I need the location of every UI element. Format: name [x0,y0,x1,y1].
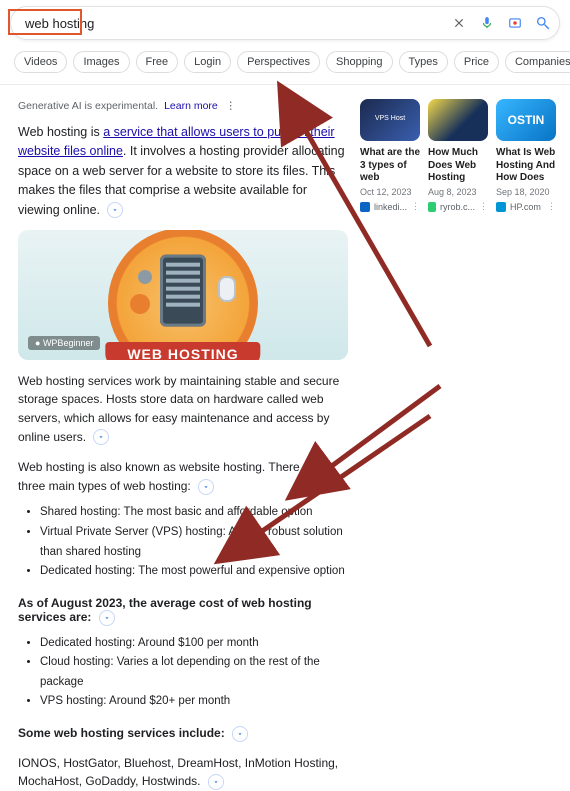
expand-icon[interactable] [99,610,115,626]
expand-icon[interactable] [93,429,109,445]
favicon-icon [496,202,506,212]
more-options-icon[interactable]: ⋮ [224,99,238,113]
card-date: Oct 12, 2023 [360,187,420,197]
more-options-icon[interactable]: ⋮ [547,201,556,212]
cost-heading: As of August 2023, the average cost of w… [18,596,348,626]
hero-image[interactable]: ● WPBeginner WEB HOSTING [18,230,348,360]
mouse-illustration [218,276,236,302]
search-input[interactable] [23,15,445,32]
expand-icon[interactable] [232,726,248,742]
services-list-text: IONOS, HostGator, Bluehost, DreamHost, I… [18,754,348,791]
hero-ribbon-text: WEB HOSTING [105,342,260,360]
chip-images[interactable]: Images [73,51,129,73]
card-thumbnail [428,99,488,141]
expand-icon[interactable] [208,774,224,790]
chip-videos[interactable]: Videos [14,51,67,73]
favicon-icon [428,202,436,212]
services-heading: Some web hosting services include: [18,726,348,742]
card-thumbnail [360,99,420,141]
more-options-icon[interactable]: ⋮ [479,201,488,212]
expand-icon[interactable] [198,479,214,495]
summary-prefix: Web hosting is [18,125,103,139]
cost-list: Dedicated hosting: Around $100 per month… [18,634,348,712]
favicon-icon [360,202,370,212]
expand-icon[interactable] [107,202,123,218]
chip-free[interactable]: Free [136,51,179,73]
filter-chips-row: Videos Images Free Login Perspectives Sh… [14,50,560,74]
card-date: Sep 18, 2020 [496,187,556,197]
list-item: Dedicated hosting: Around $100 per month [40,634,348,654]
voice-search-icon[interactable] [479,15,495,31]
learn-more-link[interactable]: Learn more [164,100,218,112]
chip-price[interactable]: Price [454,51,499,73]
gen-ai-notice: Generative AI is experimental. [18,100,158,112]
hosting-types-list: Shared hosting: The most basic and affor… [18,503,348,581]
list-item: VPS hosting: Around $20+ per month [40,692,348,712]
card-date: Aug 8, 2023 [428,187,488,197]
source-cards-panel: What are the 3 types of web hosting... O… [360,99,560,791]
card-title: How Much Does Web Hosting Cos... [428,147,488,183]
chip-types[interactable]: Types [399,51,448,73]
summary-paragraph-3: Web hosting is also known as website hos… [18,458,348,495]
list-item: Shared hosting: The most basic and affor… [40,503,348,523]
card-thumbnail: OSTIN [496,99,556,141]
chip-perspectives[interactable]: Perspectives [237,51,320,73]
chip-companies[interactable]: Companies [505,51,570,73]
list-item: Cloud hosting: Varies a lot depending on… [40,653,348,692]
gear-icon [130,294,150,314]
card-title: What are the 3 types of web hosting... [360,147,420,183]
search-bar[interactable] [10,6,560,40]
search-icon[interactable] [535,15,551,31]
card-title: What Is Web Hosting And How Does It... [496,147,556,183]
hero-source-badge: ● WPBeginner [28,336,100,350]
server-illustration [160,255,206,327]
divider [0,84,570,85]
source-card[interactable]: How Much Does Web Hosting Cos... Aug 8, … [428,99,488,212]
source-card[interactable]: OSTIN What Is Web Hosting And How Does I… [496,99,556,212]
card-source: linkedi... [374,202,407,212]
clear-icon[interactable] [451,15,467,31]
source-card[interactable]: What are the 3 types of web hosting... O… [360,99,420,212]
ai-summary-intro: Web hosting is a service that allows use… [18,123,348,220]
list-item: Virtual Private Server (VPS) hosting: A … [40,523,348,562]
chip-shopping[interactable]: Shopping [326,51,393,73]
card-source: HP.com [510,202,541,212]
image-search-icon[interactable] [507,15,523,31]
more-options-icon[interactable]: ⋮ [411,201,420,212]
list-item: Dedicated hosting: The most powerful and… [40,562,348,582]
card-source: ryrob.c... [440,202,475,212]
summary-paragraph-2: Web hosting services work by maintaining… [18,372,348,446]
gear-icon [138,270,152,284]
chip-login[interactable]: Login [184,51,231,73]
